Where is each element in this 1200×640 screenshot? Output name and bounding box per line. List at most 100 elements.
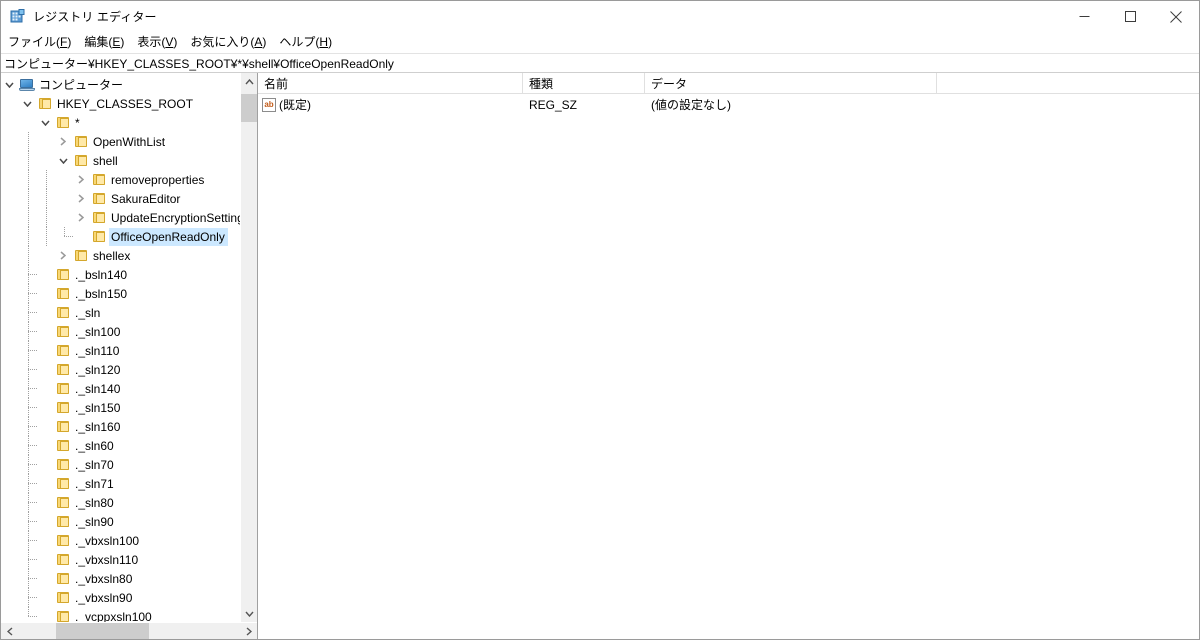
scroll-track-horizontal[interactable] xyxy=(18,623,240,639)
value-row[interactable]: ab (既定) REG_SZ (値の設定なし) xyxy=(258,94,1199,115)
computer-icon xyxy=(19,78,35,92)
tree-item-label: ._sln70 xyxy=(75,457,114,472)
chevron-down-icon[interactable] xyxy=(55,151,71,170)
tree-item-_sln140[interactable]: ._sln140 xyxy=(1,379,240,398)
tree-item-_sln[interactable]: ._sln xyxy=(1,303,240,322)
tree-item-shellex[interactable]: shellex xyxy=(1,246,240,265)
tree-horizontal-scrollbar[interactable] xyxy=(1,622,257,639)
tree-item-OfficeOpenReadOnly[interactable]: OfficeOpenReadOnly xyxy=(1,227,240,246)
folder-icon xyxy=(56,515,70,528)
tree-item-_vbxsln100[interactable]: ._vbxsln100 xyxy=(1,531,240,550)
menu-item-5[interactable]: ヘルプ(H) xyxy=(279,32,339,53)
tree-item-OpenWithList[interactable]: OpenWithList xyxy=(1,132,240,151)
address-bar[interactable]: コンピューター¥HKEY_CLASSES_ROOT¥*¥shell¥Office… xyxy=(1,53,1199,73)
tree-item-label: ._bsln150 xyxy=(75,286,128,301)
tree-item-_sln150[interactable]: ._sln150 xyxy=(1,398,240,417)
tree-item-_sln90[interactable]: ._sln90 xyxy=(1,512,240,531)
tree-item-icon xyxy=(53,379,73,398)
tree-indent xyxy=(1,493,37,512)
menu-item-4[interactable]: お気に入り(A) xyxy=(190,32,273,53)
tree-item-_vbxsln110[interactable]: ._vbxsln110 xyxy=(1,550,240,569)
scroll-left-button[interactable] xyxy=(1,623,18,639)
tree-vertical-scrollbar[interactable] xyxy=(240,73,257,622)
folder-icon xyxy=(56,496,70,509)
tree-item-label: コンピューター xyxy=(39,77,124,92)
folder-icon xyxy=(56,477,70,490)
tree-item-label: ._sln120 xyxy=(75,362,121,377)
scroll-up-button[interactable] xyxy=(241,73,257,90)
tree-item-_bsln150[interactable]: ._bsln150 xyxy=(1,284,240,303)
value-type-cell: REG_SZ xyxy=(523,98,645,112)
tree-item-_sln70[interactable]: ._sln70 xyxy=(1,455,240,474)
values-column-headers: 名前 種類 データ xyxy=(258,73,1199,94)
folder-icon xyxy=(56,553,70,566)
chevron-down-icon[interactable] xyxy=(19,94,35,113)
chevron-right-icon[interactable] xyxy=(55,246,71,265)
tree-item-_sln60[interactable]: ._sln60 xyxy=(1,436,240,455)
tree-item-SakuraEditor[interactable]: SakuraEditor xyxy=(1,189,240,208)
tree-item-_sln80[interactable]: ._sln80 xyxy=(1,493,240,512)
tree-item-HKEY_CLASSES_ROOT[interactable]: HKEY_CLASSES_ROOT xyxy=(1,94,240,113)
tree-item-label: ._bsln140 xyxy=(75,267,128,282)
tree-item-[interactable]: * xyxy=(1,113,240,132)
tree-item-icon xyxy=(53,360,73,379)
column-header-data[interactable]: データ xyxy=(645,73,937,93)
tree-indent xyxy=(1,341,37,360)
folder-icon xyxy=(56,363,70,376)
scroll-thumb-vertical[interactable] xyxy=(241,94,257,122)
menu-item-3[interactable]: 表示(V) xyxy=(137,32,184,53)
values-list[interactable]: ab (既定) REG_SZ (値の設定なし) xyxy=(258,94,1199,639)
tree-item-_sln71[interactable]: ._sln71 xyxy=(1,474,240,493)
column-header-type[interactable]: 種類 xyxy=(523,73,645,93)
tree-item-removeproperties[interactable]: removeproperties xyxy=(1,170,240,189)
tree-item-icon xyxy=(53,550,73,569)
chevron-right-icon[interactable] xyxy=(73,189,89,208)
scroll-right-button[interactable] xyxy=(240,623,257,639)
scroll-track-vertical[interactable] xyxy=(241,90,257,605)
chevron-right-icon[interactable] xyxy=(73,170,89,189)
folder-icon xyxy=(56,610,70,622)
tree-item-icon xyxy=(53,531,73,550)
registry-tree[interactable]: コンピューター HKEY_CLASSES_ROOT * OpenWithList she… xyxy=(1,73,240,622)
tree-item-_bsln140[interactable]: ._bsln140 xyxy=(1,265,240,284)
chevron-down-icon[interactable] xyxy=(1,75,17,94)
scroll-down-button[interactable] xyxy=(241,605,257,622)
column-header-name[interactable]: 名前 xyxy=(258,73,523,93)
folder-icon xyxy=(92,230,106,243)
close-button[interactable] xyxy=(1153,1,1199,32)
tree-item-_sln110[interactable]: ._sln110 xyxy=(1,341,240,360)
registry-values-pane: 名前 種類 データ ab (既定) REG_SZ (値の設定なし) xyxy=(258,73,1199,639)
address-bar-path: コンピューター¥HKEY_CLASSES_ROOT¥*¥shell¥Office… xyxy=(4,56,394,71)
tree-item-label: SakuraEditor xyxy=(111,191,181,206)
tree-item-_vcppxsln100[interactable]: ._vcppxsln100 xyxy=(1,607,240,622)
menu-item-2[interactable]: 編集(E) xyxy=(84,32,131,53)
registry-editor-icon xyxy=(10,8,26,25)
tree-item-_sln160[interactable]: ._sln160 xyxy=(1,417,240,436)
tree-item-label: ._vbxsln100 xyxy=(75,533,140,548)
tree-item-icon xyxy=(71,132,91,151)
tree-indent xyxy=(1,151,55,170)
tree-item-icon xyxy=(53,569,73,588)
scroll-thumb-horizontal[interactable] xyxy=(56,623,149,639)
tree-item-_sln100[interactable]: ._sln100 xyxy=(1,322,240,341)
tree-item-_vbxsln80[interactable]: ._vbxsln80 xyxy=(1,569,240,588)
column-header-filler xyxy=(937,73,1199,93)
chevron-down-icon[interactable] xyxy=(37,113,53,132)
tree-item-icon xyxy=(35,94,55,113)
maximize-button[interactable] xyxy=(1107,1,1153,32)
tree-indent xyxy=(1,398,37,417)
tree-item-label: removeproperties xyxy=(111,172,205,187)
tree-item-shell[interactable]: shell xyxy=(1,151,240,170)
menu-item-1[interactable]: ファイル(F) xyxy=(8,32,78,53)
tree-item-_vbxsln90[interactable]: ._vbxsln90 xyxy=(1,588,240,607)
tree-item-label: ._sln xyxy=(75,305,101,320)
chevron-right-icon[interactable] xyxy=(73,208,89,227)
folder-icon xyxy=(56,287,70,300)
tree-item-UpdateEncryptionSettings[interactable]: UpdateEncryptionSettings xyxy=(1,208,240,227)
tree-item-icon xyxy=(89,170,109,189)
tree-item-_sln120[interactable]: ._sln120 xyxy=(1,360,240,379)
tree-item-[interactable]: コンピューター xyxy=(1,75,240,94)
folder-icon xyxy=(74,249,88,262)
chevron-right-icon[interactable] xyxy=(55,132,71,151)
minimize-button[interactable] xyxy=(1061,1,1107,32)
